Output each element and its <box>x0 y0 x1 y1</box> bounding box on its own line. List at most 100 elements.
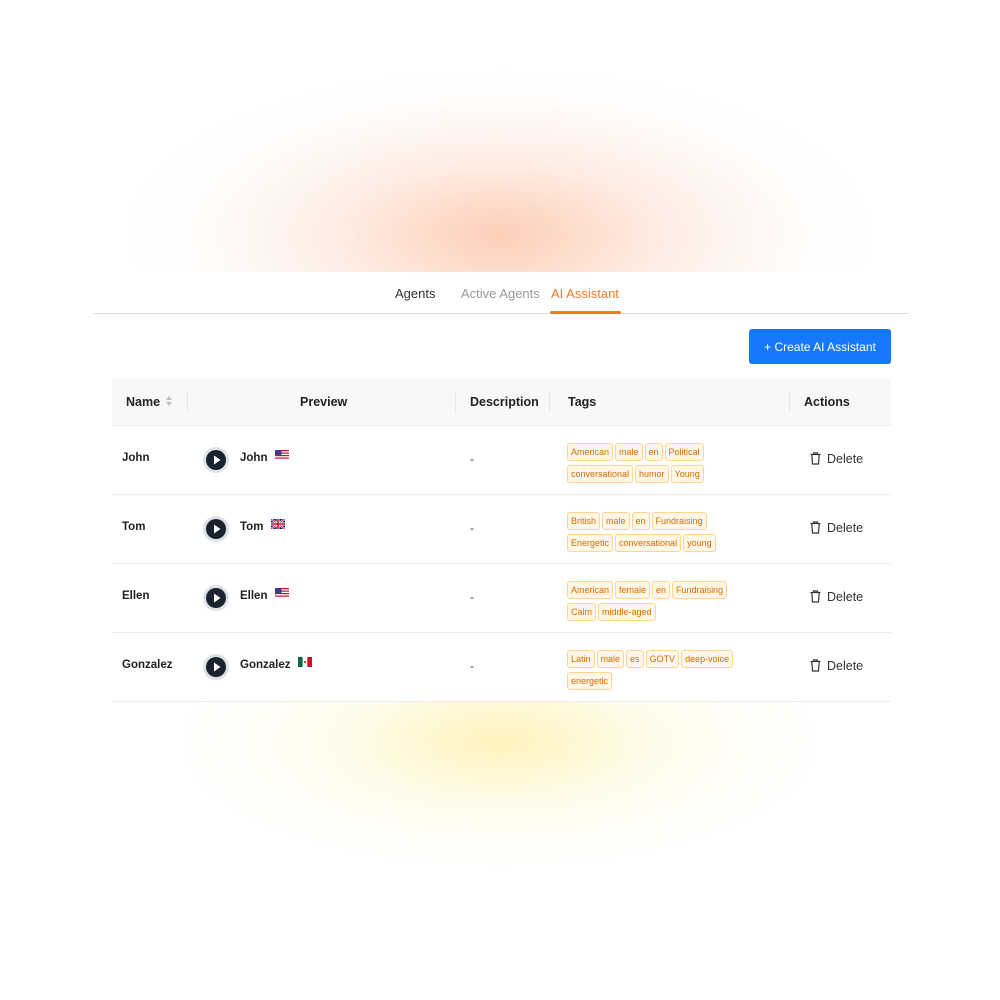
uk-flag-icon <box>270 518 287 532</box>
tag: Calm <box>567 603 597 621</box>
tag-line: American female en Fundraising <box>567 581 757 600</box>
tag-list: British male en Fundraising Energetic convers… <box>567 512 757 556</box>
column-separator <box>549 392 550 411</box>
play-icon <box>206 519 226 539</box>
create-ai-assistant-button[interactable]: + Create AI Assistant <box>749 329 891 364</box>
assistant-description: - <box>470 521 474 535</box>
column-header-actions: Actions <box>804 395 850 409</box>
background-glow-bottom <box>110 700 890 980</box>
column-header-description: Description <box>470 395 539 409</box>
assistant-name: John <box>122 452 150 464</box>
tag: American <box>567 443 614 461</box>
tag: es <box>626 650 644 668</box>
tag-line: American male en Political <box>567 443 757 462</box>
trash-icon <box>810 521 821 534</box>
tab-agents[interactable]: Agents <box>395 286 435 301</box>
page: Agents Active Agents AI Assistant + Crea… <box>0 0 1000 1000</box>
preview-voice-name: Gonzalez <box>240 659 291 671</box>
assistant-description: - <box>470 452 474 466</box>
tag: Political <box>664 443 704 461</box>
assistant-name: Ellen <box>122 590 150 602</box>
tag: Latin <box>567 650 595 668</box>
play-icon <box>206 450 226 470</box>
tag-list: Latin male es GOTV deep-voice energetic <box>567 650 757 694</box>
play-preview-button[interactable] <box>203 585 229 611</box>
tag: young <box>683 534 716 552</box>
tag: Fundraising <box>651 512 707 530</box>
preview-voice: Tom <box>240 518 287 533</box>
tag-list: American male en Political conversational hum… <box>567 443 757 487</box>
table-header: Name Preview Description Tags Actions <box>112 378 891 426</box>
tag: conversational <box>567 465 634 483</box>
tag-line: Latin male es GOTV deep-voice <box>567 650 757 669</box>
us-flag-icon <box>275 587 290 601</box>
tag: male <box>615 443 643 461</box>
assistant-description: - <box>470 590 474 604</box>
tag: Energetic <box>567 534 614 552</box>
delete-label: Delete <box>827 659 864 673</box>
tab-active-agents[interactable]: Active Agents <box>461 286 540 301</box>
assistants-table: Name Preview Description Tags Actions Jo… <box>112 378 891 702</box>
tag-line: Energetic conversational young <box>567 534 757 553</box>
table-row: John John - American male en Political conve… <box>112 426 891 495</box>
column-separator <box>789 392 790 411</box>
delete-button[interactable]: Delete <box>810 659 863 673</box>
play-icon <box>206 657 226 677</box>
preview-voice-name: John <box>240 452 268 464</box>
delete-label: Delete <box>827 521 864 535</box>
background-glow-top <box>70 0 930 280</box>
column-header-name-label: Name <box>126 395 161 409</box>
active-tab-indicator <box>550 311 621 314</box>
column-separator <box>455 392 456 411</box>
column-separator <box>187 392 188 411</box>
tag-line: Calm middle-aged <box>567 603 757 622</box>
delete-button[interactable]: Delete <box>810 521 863 535</box>
preview-voice: Gonzalez <box>240 656 313 671</box>
tag: conversational <box>615 534 682 552</box>
tag: British <box>567 512 601 530</box>
tag: GOTV <box>645 650 680 668</box>
tag: en <box>644 443 663 461</box>
tag: American <box>567 581 614 599</box>
play-icon <box>206 588 226 608</box>
tag: humor <box>635 465 669 483</box>
play-preview-button[interactable] <box>203 654 229 680</box>
trash-icon <box>810 590 821 603</box>
tag: Fundraising <box>672 581 728 599</box>
tab-bar: Agents Active Agents AI Assistant <box>94 272 909 314</box>
mexico-flag-icon <box>298 656 313 670</box>
table-row: Ellen Ellen - American female en Fundraisin… <box>112 564 891 633</box>
play-preview-button[interactable] <box>203 516 229 542</box>
preview-voice-name: Ellen <box>240 590 268 602</box>
sort-icon[interactable] <box>165 395 173 407</box>
preview-voice-name: Tom <box>240 521 264 533</box>
tag-list: American female en Fundraising Calm middle-ag… <box>567 581 757 625</box>
play-preview-button[interactable] <box>203 447 229 473</box>
tag: male <box>602 512 630 530</box>
tag: deep-voice <box>681 650 734 668</box>
tag: female <box>615 581 651 599</box>
column-header-name[interactable]: Name <box>126 395 173 409</box>
tag: middle-aged <box>598 603 656 621</box>
tag-line: conversational humor Young <box>567 465 757 484</box>
table-row: Gonzalez Gonzalez - Latin male es GOTV deep-… <box>112 633 891 702</box>
tag: Young <box>670 465 704 483</box>
tag: energetic <box>567 672 613 690</box>
preview-voice: Ellen <box>240 587 290 602</box>
column-header-tags: Tags <box>568 395 597 409</box>
column-header-preview: Preview <box>300 395 348 409</box>
delete-button[interactable]: Delete <box>810 452 863 466</box>
trash-icon <box>810 659 821 672</box>
delete-label: Delete <box>827 590 864 604</box>
tag-line: energetic <box>567 672 757 691</box>
tag: male <box>596 650 625 668</box>
us-flag-icon <box>275 449 290 463</box>
delete-button[interactable]: Delete <box>810 590 863 604</box>
delete-label: Delete <box>827 452 864 466</box>
table-row: Tom Tom - British male en Fundraising Energe… <box>112 495 891 564</box>
assistant-name: Tom <box>122 521 146 533</box>
trash-icon <box>810 452 821 465</box>
assistant-name: Gonzalez <box>122 659 173 671</box>
tab-ai-assistant[interactable]: AI Assistant <box>551 286 619 301</box>
tag: en <box>652 581 671 599</box>
